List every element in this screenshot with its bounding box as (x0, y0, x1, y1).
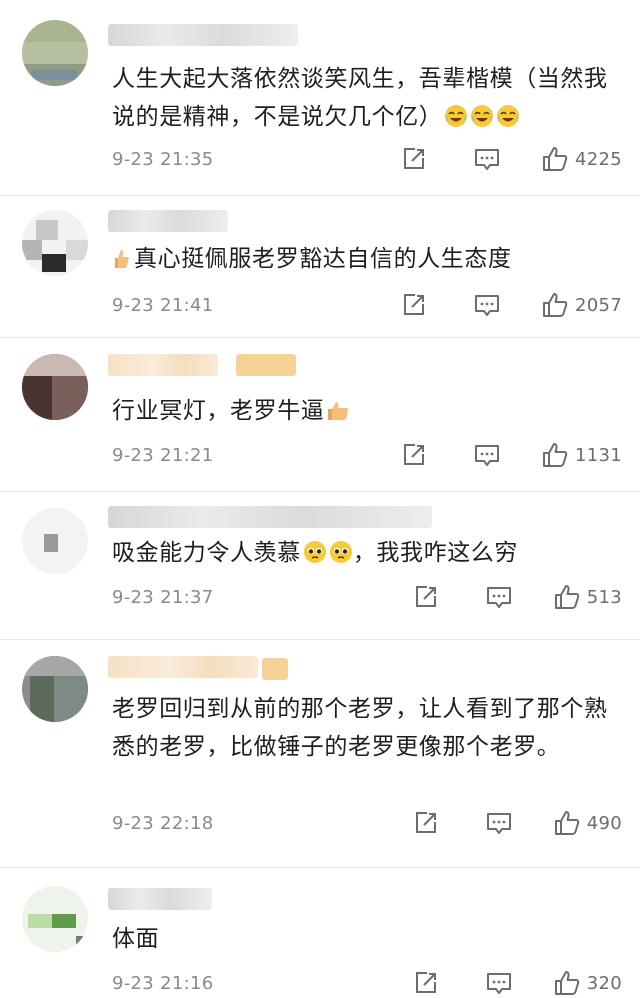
user-badge (236, 354, 296, 376)
comment-actions: 4225 (401, 145, 622, 173)
like-button[interactable]: 490 (553, 809, 622, 837)
crying-laughing-emoji (470, 102, 494, 140)
crying-laughing-emoji (496, 102, 520, 140)
like-count: 513 (586, 586, 622, 608)
comment-icon (486, 587, 511, 608)
like-icon (554, 811, 579, 835)
comment-item: 行业冥灯，老罗牛逼 9-23 21:21 1131 (0, 338, 640, 492)
comment-meta: 9-23 21:35 4225 (112, 144, 622, 174)
comment-meta: 9-23 21:37 513 (112, 582, 622, 612)
comment-body: 体面 (112, 926, 160, 952)
like-icon (542, 147, 568, 171)
comment-button[interactable] (473, 146, 501, 172)
comment-text: 吸金能力令人羡慕 ，我我咋这么穷 (112, 534, 620, 576)
comment-body: 吸金能力令人羡慕 (112, 540, 301, 566)
timestamp: 9-23 21:37 (112, 586, 214, 608)
comment-icon (474, 149, 499, 170)
comment-meta: 9-23 21:21 1131 (112, 440, 622, 470)
comment-text: 老罗回归到从前的那个老罗，让人看到了那个熟悉的老罗，比做锤子的老罗更像那个老罗。 (112, 690, 620, 766)
comment-item: 吸金能力令人羡慕 ，我我咋这么穷 9-23 21:37 513 (0, 492, 640, 640)
repost-icon (403, 294, 424, 315)
like-button[interactable]: 513 (553, 583, 622, 611)
like-icon (554, 585, 579, 609)
comment-body: 人生大起大落依然谈笑风生，吾辈楷模（当然我说的是精神，不是说欠几个亿） (112, 66, 608, 130)
comment-actions: 2057 (401, 291, 622, 319)
comment-item: 人生大起大落依然谈笑风生，吾辈楷模（当然我说的是精神，不是说欠几个亿） 9-23… (0, 0, 640, 196)
comment-meta: 9-23 21:41 2057 (112, 290, 622, 320)
comment-actions: 1131 (401, 441, 622, 469)
pleading-face-emoji (329, 538, 353, 576)
like-count: 4225 (574, 148, 622, 170)
repost-button[interactable] (401, 292, 427, 318)
timestamp: 9-23 21:16 (112, 972, 214, 994)
like-button[interactable]: 320 (553, 969, 622, 997)
comment-body-tail: ，我我咋这么穷 (352, 540, 519, 566)
like-icon (554, 971, 579, 995)
timestamp: 9-23 21:21 (112, 444, 214, 466)
thumbs-up-emoji (112, 244, 130, 282)
repost-button[interactable] (401, 442, 427, 468)
username[interactable] (108, 656, 258, 678)
comment-actions: 513 (413, 583, 622, 611)
avatar[interactable] (22, 210, 88, 276)
username[interactable] (108, 24, 298, 46)
avatar[interactable] (22, 656, 88, 722)
comment-text: 体面 (112, 920, 620, 958)
comment-icon (474, 295, 499, 316)
username[interactable] (108, 210, 228, 232)
comment-text: 真心挺佩服老罗豁达自信的人生态度 (112, 240, 620, 282)
comment-item: 老罗回归到从前的那个老罗，让人看到了那个熟悉的老罗，比做锤子的老罗更像那个老罗。… (0, 640, 640, 868)
like-icon (542, 293, 568, 317)
comment-icon (486, 973, 511, 994)
repost-button[interactable] (401, 146, 427, 172)
avatar[interactable] (22, 20, 88, 86)
user-badge (262, 658, 288, 680)
comment-actions: 490 (413, 809, 622, 837)
comment-meta: 9-23 22:18 490 (112, 808, 622, 838)
timestamp: 9-23 21:35 (112, 148, 214, 170)
repost-icon (403, 148, 424, 169)
comment-text: 人生大起大落依然谈笑风生，吾辈楷模（当然我说的是精神，不是说欠几个亿） (112, 60, 620, 140)
comment-button[interactable] (485, 584, 513, 610)
thumbs-up-emoji (326, 396, 350, 434)
repost-icon (403, 444, 424, 465)
username[interactable] (108, 888, 212, 910)
comment-button[interactable] (485, 970, 513, 996)
like-button[interactable]: 4225 (541, 145, 622, 173)
avatar[interactable] (22, 886, 88, 952)
comment-body: 真心挺佩服老罗豁达自信的人生态度 (134, 246, 512, 272)
avatar[interactable] (22, 508, 88, 574)
comment-button[interactable] (473, 442, 501, 468)
repost-icon (415, 972, 436, 993)
username[interactable] (108, 506, 432, 528)
comment-item: 真心挺佩服老罗豁达自信的人生态度 9-23 21:41 2057 (0, 196, 640, 338)
repost-icon (415, 812, 436, 833)
comment-icon (486, 813, 511, 834)
comment-text: 行业冥灯，老罗牛逼 (112, 392, 620, 434)
timestamp: 9-23 21:41 (112, 294, 214, 316)
comment-button[interactable] (485, 810, 513, 836)
comment-body: 行业冥灯，老罗牛逼 (112, 398, 325, 424)
comment-button[interactable] (473, 292, 501, 318)
pleading-face-emoji (303, 538, 327, 576)
like-count: 320 (586, 972, 622, 994)
repost-button[interactable] (413, 584, 439, 610)
repost-button[interactable] (413, 970, 439, 996)
comment-item: 体面 9-23 21:16 320 (0, 868, 640, 997)
like-count: 1131 (574, 444, 622, 466)
like-button[interactable]: 2057 (541, 291, 622, 319)
comment-icon (474, 445, 499, 466)
timestamp: 9-23 22:18 (112, 812, 214, 834)
like-count: 490 (586, 812, 622, 834)
like-count: 2057 (574, 294, 622, 316)
comment-actions: 320 (413, 969, 622, 997)
comment-body: 老罗回归到从前的那个老罗，让人看到了那个熟悉的老罗，比做锤子的老罗更像那个老罗。 (112, 696, 608, 760)
repost-button[interactable] (413, 810, 439, 836)
like-icon (542, 443, 568, 467)
repost-icon (415, 586, 436, 607)
crying-laughing-emoji (444, 102, 468, 140)
avatar[interactable] (22, 354, 88, 420)
like-button[interactable]: 1131 (541, 441, 622, 469)
username[interactable] (108, 354, 218, 376)
